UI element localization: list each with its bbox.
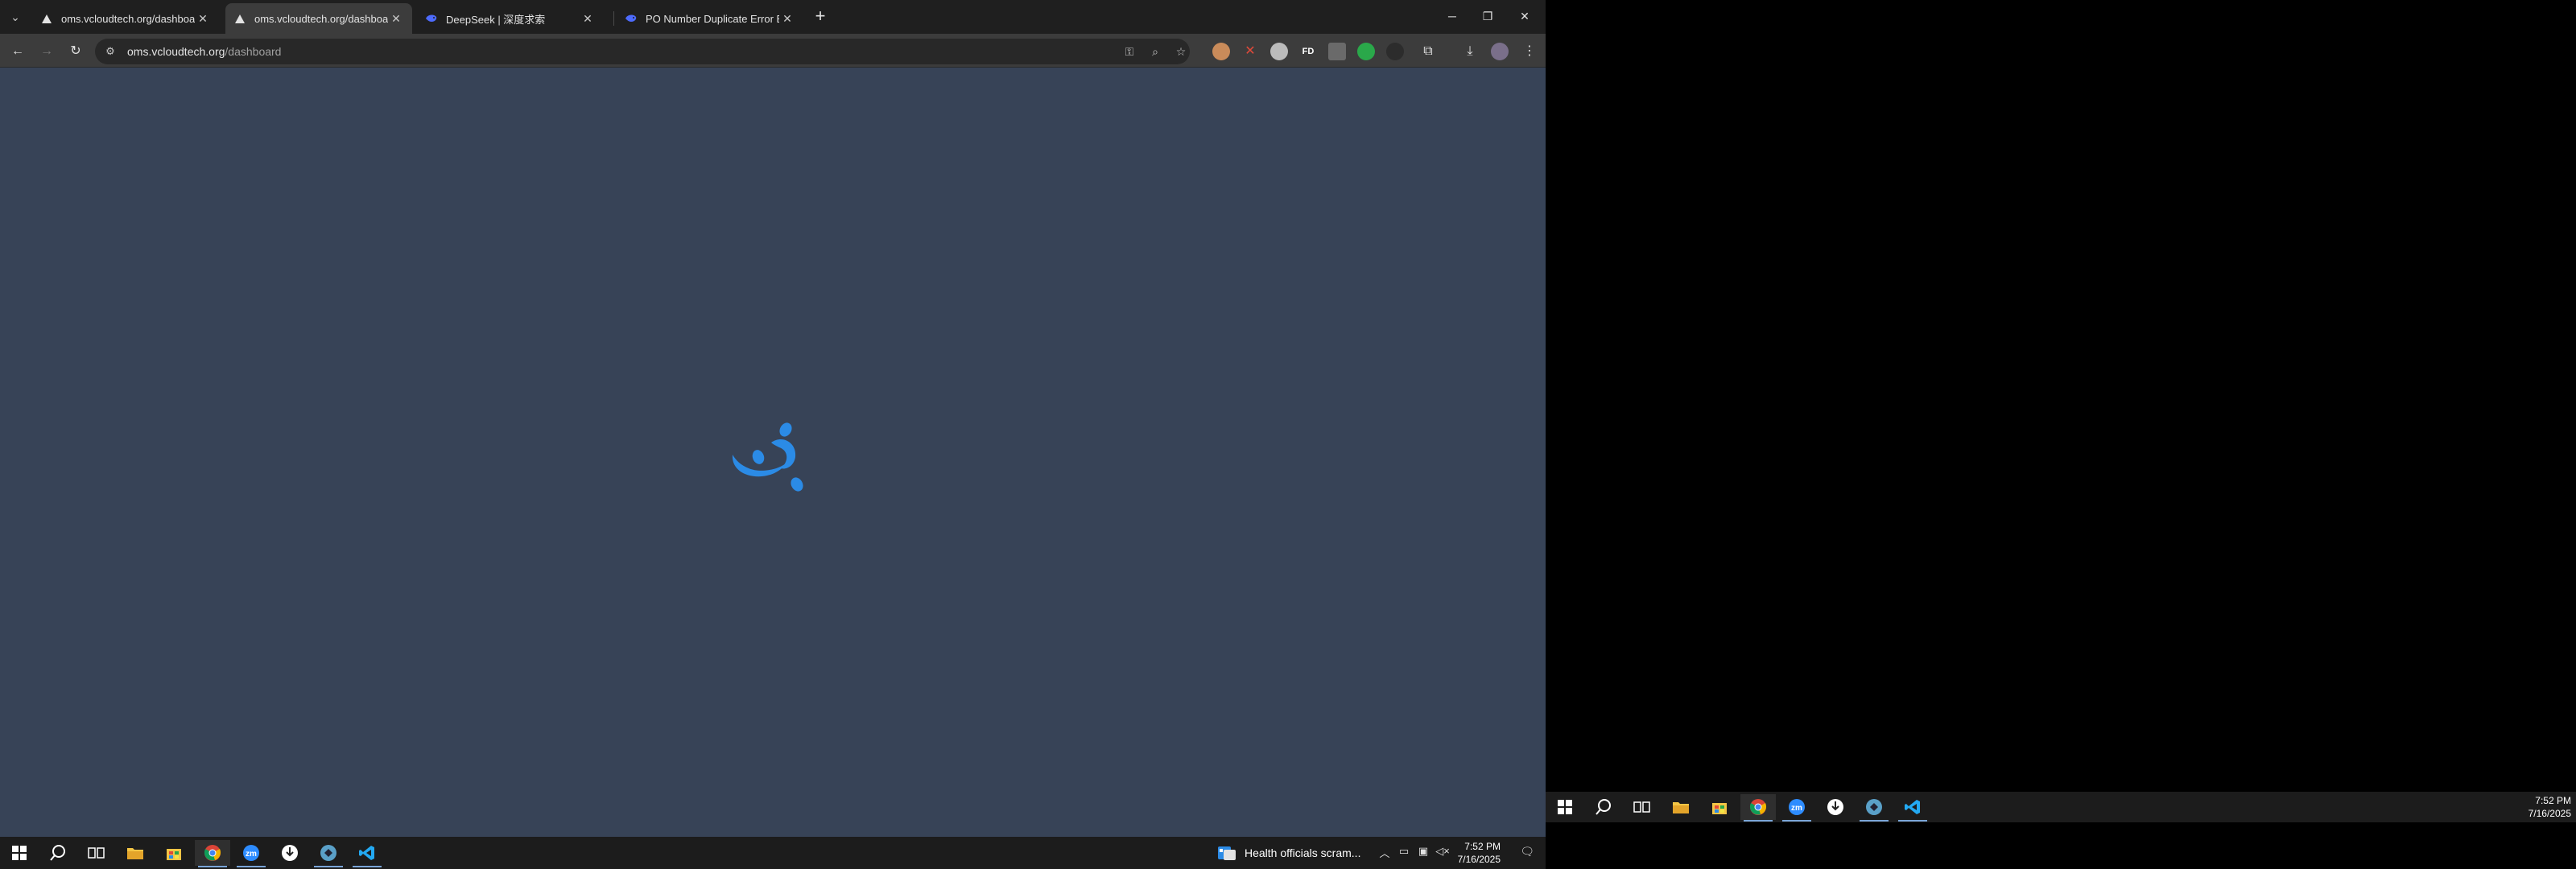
tab-oms-dashboard-2[interactable]: oms.vcloudtech.org/dashboard ✕	[225, 3, 412, 34]
deepseek-whale-icon	[425, 12, 438, 25]
news-headline: Health officials scram...	[1245, 846, 1361, 859]
vscode-icon[interactable]	[1895, 794, 1930, 822]
restore-icon[interactable]: ❐	[1470, 0, 1505, 34]
file-explorer-icon[interactable]	[118, 840, 153, 866]
profile-avatar-icon[interactable]	[1491, 43, 1509, 60]
chrome-icon[interactable]	[195, 840, 230, 867]
deepseek-whale-icon	[625, 12, 638, 25]
secondary-taskbar-clock[interactable]: 7:52 PM 7/16/2025	[2529, 794, 2571, 820]
tab-close-icon[interactable]: ✕	[779, 10, 795, 27]
news-widget[interactable]: Health officials scram...	[1217, 843, 1360, 863]
task-view-icon[interactable]	[1624, 794, 1660, 820]
zoom-icon[interactable]: ⌕	[1146, 43, 1164, 60]
torrent-app-icon[interactable]	[272, 840, 308, 866]
back-arrow-icon[interactable]: ←	[6, 40, 29, 63]
bookmark-star-icon[interactable]: ☆	[1172, 43, 1190, 60]
tab-close-icon[interactable]: ✕	[580, 10, 596, 27]
search-icon[interactable]	[40, 840, 76, 866]
news-icon	[1218, 846, 1236, 860]
tab-search-chevron-icon[interactable]: ⌄	[5, 7, 26, 27]
volume-icon[interactable]: ◁×	[1435, 845, 1451, 858]
tab-title: oms.vcloudtech.org/dashboard	[254, 12, 388, 25]
task-view-icon[interactable]	[79, 840, 114, 866]
chrome-icon[interactable]	[1740, 794, 1776, 822]
svg-text:zm: zm	[1791, 804, 1802, 813]
password-key-icon[interactable]: ⚿	[1121, 43, 1138, 60]
clock-date: 7/16/2025	[1457, 854, 1501, 865]
extension-cookie-icon[interactable]	[1212, 43, 1230, 60]
zoom-app-icon[interactable]: zm	[233, 840, 269, 867]
vercel-triangle-icon	[40, 12, 53, 25]
tab-oms-dashboard-1[interactable]: oms.vcloudtech.org/dashboard ✕	[32, 3, 219, 34]
download-icon[interactable]: ⤓	[1459, 40, 1481, 63]
network-icon[interactable]: ▣	[1415, 845, 1431, 858]
loading-spinner-icon	[724, 410, 813, 499]
tab-separator	[613, 11, 614, 26]
window-close-icon[interactable]: ✕	[1507, 0, 1542, 34]
notification-icon[interactable]: 🗨	[1520, 845, 1534, 859]
extension-circle-icon[interactable]	[1270, 43, 1288, 60]
clock-time: 7:52 PM	[1464, 841, 1501, 852]
cursor-app-icon[interactable]	[1856, 794, 1892, 822]
primary-monitor: ⌄ oms.vcloudtech.org/dashboard ✕ oms.vcl…	[0, 0, 1546, 869]
extensions-puzzle-icon[interactable]: ⧉	[1417, 40, 1439, 63]
forward-arrow-icon[interactable]: →	[35, 40, 58, 63]
site-info-icon[interactable]: ⚙	[103, 44, 118, 59]
file-explorer-icon[interactable]	[1663, 794, 1699, 820]
zoom-app-icon[interactable]: zm	[1779, 794, 1814, 822]
svg-text:zm: zm	[246, 850, 257, 859]
torrent-app-icon[interactable]	[1818, 794, 1853, 820]
clock-time: 7:52 PM	[2535, 795, 2571, 806]
reload-icon[interactable]: ↻	[64, 40, 87, 63]
vscode-icon[interactable]	[349, 840, 385, 867]
menu-kebab-icon[interactable]: ⋮	[1518, 40, 1541, 63]
extension-x-icon[interactable]: ✕	[1241, 43, 1259, 60]
tab-title: oms.vcloudtech.org/dashboard	[61, 12, 195, 25]
address-url[interactable]: oms.vcloudtech.org/dashboard	[127, 45, 281, 58]
tab-title: PO Number Duplicate Error Exp	[646, 12, 779, 25]
windows-taskbar: zm Health officials scram... ︿ ▭ ▣ ◁× 7:…	[0, 837, 1546, 869]
windows-start-icon[interactable]	[2, 840, 37, 866]
battery-icon[interactable]: ▭	[1396, 845, 1412, 858]
taskbar-clock[interactable]: 7:52 PM 7/16/2025	[1458, 840, 1501, 866]
extension-image-icon[interactable]	[1328, 43, 1346, 60]
tab-deepseek[interactable]: DeepSeek | 深度求索 ✕	[417, 3, 604, 34]
extension-dark-icon[interactable]	[1386, 43, 1404, 60]
windows-start-icon[interactable]	[1547, 794, 1583, 820]
vercel-triangle-icon	[233, 12, 246, 25]
tray-chevron-up-icon[interactable]: ︿	[1377, 845, 1393, 860]
minimize-icon[interactable]: ─	[1435, 0, 1470, 34]
tab-po-number-error[interactable]: PO Number Duplicate Error Exp ✕	[617, 3, 803, 34]
browser-toolbar: ← → ↻ ⚙ oms.vcloudtech.org/dashboard ⚿ ⌕…	[0, 34, 1546, 68]
new-tab-button[interactable]: +	[809, 7, 832, 27]
extension-fd-icon[interactable]: FD	[1299, 43, 1317, 60]
tab-title: DeepSeek | 深度求索	[446, 13, 546, 26]
clock-date: 7/16/2025	[2528, 808, 2571, 819]
cursor-app-icon[interactable]	[311, 840, 346, 867]
extension-shield-icon[interactable]	[1357, 43, 1375, 60]
store-icon[interactable]	[1702, 794, 1737, 820]
search-icon[interactable]	[1586, 794, 1621, 820]
browser-tab-strip: ⌄ oms.vcloudtech.org/dashboard ✕ oms.vcl…	[0, 0, 1546, 34]
tab-close-icon[interactable]: ✕	[195, 10, 211, 27]
secondary-monitor: zm 7:52 PM 7/16/2025	[1546, 0, 2576, 869]
store-icon[interactable]	[156, 840, 192, 866]
tab-close-icon[interactable]: ✕	[388, 10, 404, 27]
address-bar[interactable]: ⚙ oms.vcloudtech.org/dashboard ⚿ ⌕ ☆	[95, 39, 1190, 64]
secondary-taskbar: zm 7:52 PM 7/16/2025	[1546, 792, 2576, 822]
